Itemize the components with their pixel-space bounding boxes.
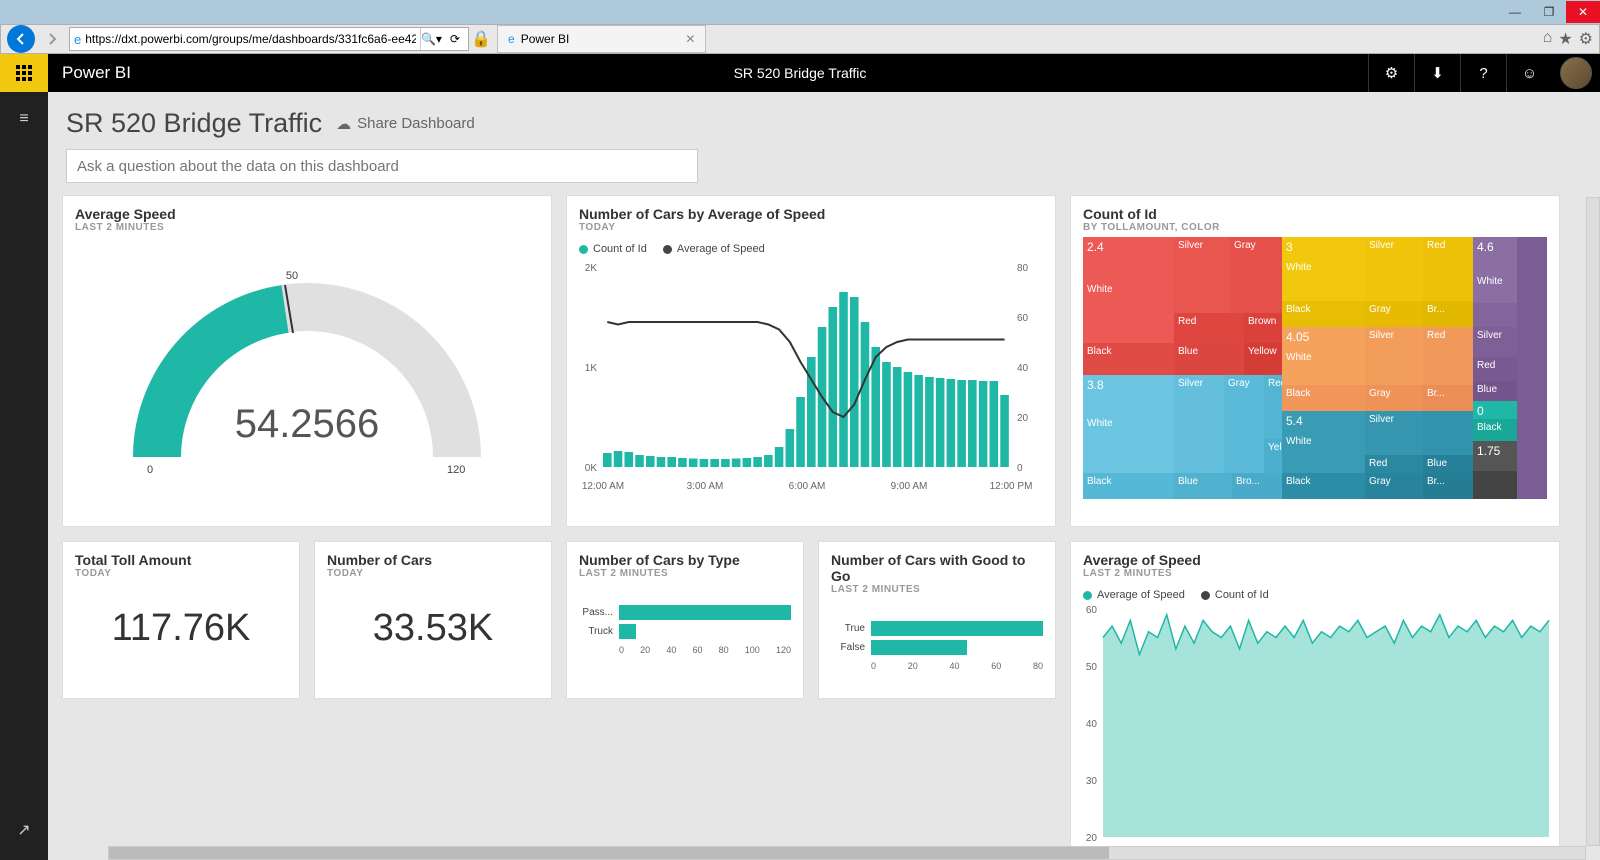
menu-icon[interactable]: ≡ (19, 110, 28, 128)
tile-title: Number of Cars by Type (579, 552, 791, 568)
tile-title: Number of Cars with Good to Go (831, 552, 1043, 584)
dashboard-name-top: SR 520 Bridge Traffic (734, 65, 867, 81)
gauge-min: 0 (147, 464, 153, 476)
treemap-chart: 2.4 White Black Silver Gray Red Brown Bl… (1083, 237, 1547, 499)
svg-text:0K: 0K (585, 463, 598, 474)
tools-icon[interactable]: ⚙ (1579, 29, 1593, 49)
svg-text:50: 50 (1086, 662, 1098, 673)
vertical-scrollbar[interactable] (1586, 197, 1600, 846)
tile-title: Number of Cars (327, 552, 539, 568)
share-dashboard-button[interactable]: ☁ Share Dashboard (336, 115, 475, 133)
svg-text:80: 80 (1017, 263, 1029, 274)
svg-text:40: 40 (1017, 363, 1029, 374)
close-button[interactable]: ✕ (1566, 1, 1600, 23)
gear-icon: ⚙ (1385, 64, 1398, 82)
expand-icon[interactable]: ↗ (17, 820, 30, 840)
user-avatar[interactable] (1560, 57, 1592, 89)
area-chart: 60 50 40 30 20 (1071, 603, 1559, 843)
browser-tab[interactable]: e Power BI ✕ (497, 25, 706, 53)
forward-button[interactable] (37, 25, 67, 53)
kpi-value: 117.76K (63, 583, 299, 650)
svg-text:3:00 AM: 3:00 AM (687, 481, 724, 492)
feedback-button[interactable]: ☺ (1506, 54, 1552, 92)
tile-title: Total Toll Amount (75, 552, 287, 568)
svg-text:20: 20 (1017, 413, 1029, 424)
tile-subtitle: LAST 2 MINUTES (579, 568, 791, 579)
tile-number-of-cars[interactable]: Number of Cars TODAY 33.53K (314, 541, 552, 699)
svg-text:1K: 1K (585, 363, 598, 374)
tile-subtitle: TODAY (75, 568, 287, 579)
maximize-button[interactable]: ❐ (1532, 1, 1566, 23)
address-bar[interactable]: e 🔍▾ ⟳ (69, 27, 469, 51)
tile-average-of-speed-area[interactable]: Average of Speed LAST 2 MINUTES Average … (1070, 541, 1560, 860)
gauge-max: 120 (447, 464, 465, 476)
svg-text:12:00 PM: 12:00 PM (990, 481, 1033, 492)
back-button[interactable] (7, 25, 35, 53)
question-icon: ? (1479, 65, 1487, 82)
home-icon[interactable]: ⌂ (1543, 29, 1553, 49)
tile-title: Average Speed (75, 206, 539, 222)
tile-subtitle: BY TOLLAMOUNT, COLOR (1083, 222, 1547, 233)
combo-chart: 2K 1K 0K 80 60 40 20 0 12:00 AM 3:00 AM 6:00 AM 9:0… (567, 257, 1047, 497)
app-launcher-button[interactable] (0, 54, 48, 92)
help-button[interactable]: ? (1460, 54, 1506, 92)
tile-title: Average of Speed (1083, 552, 1547, 568)
qna-input[interactable] (66, 149, 698, 183)
ie-icon: e (74, 32, 81, 47)
tile-subtitle: LAST 2 MINUTES (1083, 568, 1547, 579)
svg-text:2K: 2K (585, 263, 598, 274)
minimize-button[interactable]: — (1498, 1, 1532, 23)
gauge-value: 54.2566 (235, 402, 380, 446)
smile-icon: ☺ (1522, 65, 1537, 82)
left-nav-rail: ≡ ↗ (0, 92, 48, 860)
dashboard-title: SR 520 Bridge Traffic (66, 108, 322, 139)
tile-title: Count of Id (1083, 206, 1547, 222)
horizontal-scrollbar[interactable] (108, 846, 1586, 860)
svg-text:60: 60 (1017, 313, 1029, 324)
svg-text:9:00 AM: 9:00 AM (891, 481, 928, 492)
tile-subtitle: LAST 2 MINUTES (75, 222, 539, 233)
brand-label: Power BI (48, 63, 131, 83)
lock-icon: 🔒 (471, 29, 491, 49)
tile-subtitle: TODAY (327, 568, 539, 579)
tab-close-icon[interactable]: ✕ (685, 32, 695, 46)
svg-text:6:00 AM: 6:00 AM (789, 481, 826, 492)
svg-text:30: 30 (1086, 776, 1098, 787)
dashboard-canvas: SR 520 Bridge Traffic ☁ Share Dashboard … (48, 92, 1600, 860)
svg-text:40: 40 (1086, 719, 1098, 730)
svg-text:20: 20 (1086, 833, 1098, 843)
download-button[interactable]: ⬇ (1414, 54, 1460, 92)
legend-count: Count of Id (593, 243, 647, 255)
browser-toolbar: e 🔍▾ ⟳ 🔒 e Power BI ✕ ⌂ ★ ⚙ (0, 24, 1600, 54)
legend-speed: Average of Speed (677, 243, 765, 255)
tile-total-toll[interactable]: Total Toll Amount TODAY 117.76K (62, 541, 300, 699)
search-dropdown-icon[interactable]: 🔍▾ (420, 28, 442, 50)
svg-text:0: 0 (1017, 463, 1023, 474)
url-input[interactable] (85, 32, 416, 46)
tile-subtitle: TODAY (579, 222, 1043, 233)
tile-count-of-id[interactable]: Count of Id BY TOLLAMOUNT, COLOR 2.4 Whi… (1070, 195, 1560, 527)
download-icon: ⬇ (1431, 64, 1444, 82)
tile-cars-good-to-go[interactable]: Number of Cars with Good to Go LAST 2 MI… (818, 541, 1056, 699)
svg-text:12:00 AM: 12:00 AM (582, 481, 624, 492)
ie-icon: e (508, 32, 515, 46)
share-label: Share Dashboard (357, 115, 475, 132)
refresh-button[interactable]: ⟳ (446, 32, 464, 46)
tab-title: Power BI (521, 32, 570, 46)
tile-subtitle: LAST 2 MINUTES (831, 584, 1043, 595)
tile-title: Number of Cars by Average of Speed (579, 206, 1043, 222)
waffle-icon (16, 65, 32, 81)
kpi-value: 33.53K (315, 583, 551, 650)
tile-cars-by-type[interactable]: Number of Cars by Type LAST 2 MINUTES Pa… (566, 541, 804, 699)
tile-average-speed[interactable]: Average Speed LAST 2 MINUTES 50 0 120 54… (62, 195, 552, 527)
svg-text:60: 60 (1086, 605, 1098, 616)
app-topbar: Power BI SR 520 Bridge Traffic ⚙ ⬇ ? ☺ (0, 54, 1600, 92)
tile-cars-by-speed[interactable]: Number of Cars by Average of Speed TODAY… (566, 195, 1056, 527)
settings-button[interactable]: ⚙ (1368, 54, 1414, 92)
window-titlebar: — ❐ ✕ (0, 0, 1600, 24)
cloud-icon: ☁ (336, 115, 351, 133)
gauge-target: 50 (286, 270, 298, 282)
favorites-icon[interactable]: ★ (1558, 29, 1572, 49)
